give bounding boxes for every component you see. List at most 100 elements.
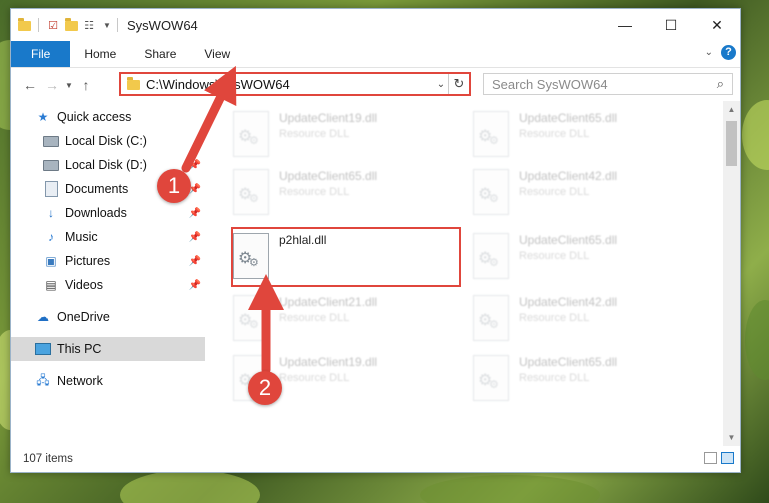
sidebar-item-this-pc[interactable]: This PC xyxy=(11,337,205,361)
music-icon: ♪ xyxy=(48,230,54,244)
main-area: ★ Quick access Local Disk (C:) Local Dis… xyxy=(11,101,740,446)
step-2-badge: 2 xyxy=(248,371,282,405)
file-name: UpdateClient65.dll xyxy=(279,169,378,183)
file-type: Resource DLL xyxy=(279,128,350,140)
dll-file-icon xyxy=(473,233,509,279)
sidebar-item-label: Local Disk (D:) xyxy=(65,158,147,172)
documents-icon xyxy=(43,181,59,197)
file-name: UpdateClient19.dll xyxy=(279,355,378,369)
drive-icon xyxy=(43,157,59,173)
file-type: Resource DLL xyxy=(519,372,590,384)
address-bar[interactable]: C:\Windows\SysWOW64 ⌄ ↻ xyxy=(119,72,471,96)
file-type: Resource DLL xyxy=(519,186,590,198)
vertical-scrollbar[interactable]: ▲ ▼ xyxy=(723,101,740,446)
pin-icon[interactable]: 📌 xyxy=(189,232,201,243)
file-item[interactable]: UpdateClient19.dll Resource DLL xyxy=(227,105,457,161)
drive-icon xyxy=(43,133,59,149)
file-item[interactable]: UpdateClient42.dll Resource DLL xyxy=(467,163,697,219)
pictures-icon: ▣ xyxy=(45,254,57,268)
file-type: Resource DLL xyxy=(279,312,350,324)
folder-icon xyxy=(17,18,31,32)
dll-file-icon xyxy=(473,169,509,215)
window-title: SysWOW64 xyxy=(127,17,198,33)
sidebar-item-local-disk-c[interactable]: Local Disk (C:) xyxy=(11,129,205,153)
file-item[interactable]: UpdateClient65.dll Resource DLL xyxy=(467,105,697,161)
chevron-down-icon[interactable]: ⌄ xyxy=(434,79,448,90)
close-button[interactable]: ✕ xyxy=(694,9,740,41)
navigation-bar: ← → ▼ ↑ C:\Windows\SysWOW64 ⌄ ↻ Search S… xyxy=(11,68,740,102)
sidebar-item-downloads[interactable]: ↓ Downloads 📌 xyxy=(11,201,205,225)
star-icon: ★ xyxy=(37,110,49,124)
sidebar-item-pictures[interactable]: ▣ Pictures 📌 xyxy=(11,249,205,273)
dll-file-icon xyxy=(233,169,269,215)
computer-icon xyxy=(35,341,51,357)
search-icon[interactable]: ⌕ xyxy=(717,76,724,92)
title-divider xyxy=(117,18,118,32)
refresh-icon[interactable]: ↻ xyxy=(448,74,469,94)
folder-icon xyxy=(127,77,140,90)
file-item[interactable]: UpdateClient65.dll Resource DLL xyxy=(467,227,697,283)
new-folder-icon[interactable] xyxy=(64,18,78,32)
file-item[interactable]: UpdateClient65.dll Resource DLL xyxy=(227,163,457,219)
quick-access-toolbar: ☑ ☷ ▼ xyxy=(11,18,114,32)
sidebar-item-network[interactable]: 🖧 Network xyxy=(11,369,205,393)
dll-file-icon xyxy=(233,295,269,341)
up-arrow-icon[interactable]: ↑ xyxy=(75,77,97,93)
toolbar-divider xyxy=(38,18,39,32)
sidebar-item-label: Videos xyxy=(65,278,103,292)
back-arrow-icon[interactable]: ← xyxy=(19,77,41,93)
sidebar-item-label: This PC xyxy=(57,342,102,356)
details-view-icon[interactable] xyxy=(704,452,717,464)
file-item[interactable]: UpdateClient42.dll Resource DLL xyxy=(467,289,697,345)
sidebar-item-onedrive[interactable]: ☁ OneDrive xyxy=(11,305,205,329)
forward-arrow-icon[interactable]: → xyxy=(41,77,63,93)
file-type: Resource DLL xyxy=(519,312,590,324)
file-item[interactable]: UpdateClient65.dll Resource DLL xyxy=(467,349,697,405)
explorer-window: ☑ ☷ ▼ SysWOW64 — ☐ ✕ File Home Share Vie… xyxy=(10,8,741,473)
chevron-down-icon[interactable]: ▼ xyxy=(100,18,114,32)
navigation-pane: ★ Quick access Local Disk (C:) Local Dis… xyxy=(11,101,205,446)
item-count: 107 items xyxy=(23,453,73,465)
recent-locations-icon[interactable]: ▼ xyxy=(63,81,75,90)
sidebar-item-label: Network xyxy=(57,374,103,388)
help-button[interactable]: ? xyxy=(721,45,736,60)
pin-icon[interactable]: 📌 xyxy=(189,280,201,291)
sidebar-item-quick-access[interactable]: ★ Quick access xyxy=(11,105,205,129)
customize-toolbar-icon[interactable]: ☷ xyxy=(82,18,96,32)
sidebar-item-label: Documents xyxy=(65,182,129,196)
file-name: UpdateClient21.dll xyxy=(279,295,378,309)
window-controls: — ☐ ✕ xyxy=(602,9,740,41)
address-path[interactable]: C:\Windows\SysWOW64 xyxy=(146,77,434,92)
pin-icon[interactable]: 📌 xyxy=(189,256,201,267)
sidebar-item-music[interactable]: ♪ Music 📌 xyxy=(11,225,205,249)
file-highlight-box xyxy=(231,227,461,287)
sidebar-item-label: Music xyxy=(65,230,98,244)
tab-file[interactable]: File xyxy=(11,41,71,67)
properties-icon[interactable]: ☑ xyxy=(46,18,60,32)
sidebar-item-label: Downloads xyxy=(65,206,127,220)
pin-icon[interactable]: 📌 xyxy=(189,208,201,219)
network-icon: 🖧 xyxy=(36,372,50,387)
search-input[interactable]: Search SysWOW64 xyxy=(492,77,717,92)
file-type: Resource DLL xyxy=(279,186,350,198)
videos-icon: ▤ xyxy=(45,278,57,292)
file-item[interactable]: UpdateClient21.dll Resource DLL xyxy=(227,289,457,345)
pin-icon[interactable]: 📌 xyxy=(189,160,201,171)
maximize-button[interactable]: ☐ xyxy=(648,9,694,41)
tab-home[interactable]: Home xyxy=(70,41,130,67)
tiles-view-icon[interactable] xyxy=(721,452,734,464)
tab-share[interactable]: Share xyxy=(130,41,190,67)
sidebar-item-videos[interactable]: ▤ Videos 📌 xyxy=(11,273,205,297)
dll-file-icon xyxy=(473,295,509,341)
scroll-down-icon[interactable]: ▼ xyxy=(723,429,740,446)
expand-ribbon-icon[interactable]: ⌄ xyxy=(705,47,713,58)
file-type: Resource DLL xyxy=(279,372,350,384)
minimize-button[interactable]: — xyxy=(602,9,648,41)
tab-view[interactable]: View xyxy=(190,41,244,67)
scroll-thumb[interactable] xyxy=(726,121,737,166)
file-list: UpdateClient19.dll Resource DLL UpdateCli… xyxy=(205,101,722,446)
search-box[interactable]: Search SysWOW64 ⌕ xyxy=(483,73,733,95)
sidebar-item-label: Pictures xyxy=(65,254,111,268)
ribbon-right-controls: ⌄ ? xyxy=(705,45,736,60)
scroll-up-icon[interactable]: ▲ xyxy=(723,101,740,118)
